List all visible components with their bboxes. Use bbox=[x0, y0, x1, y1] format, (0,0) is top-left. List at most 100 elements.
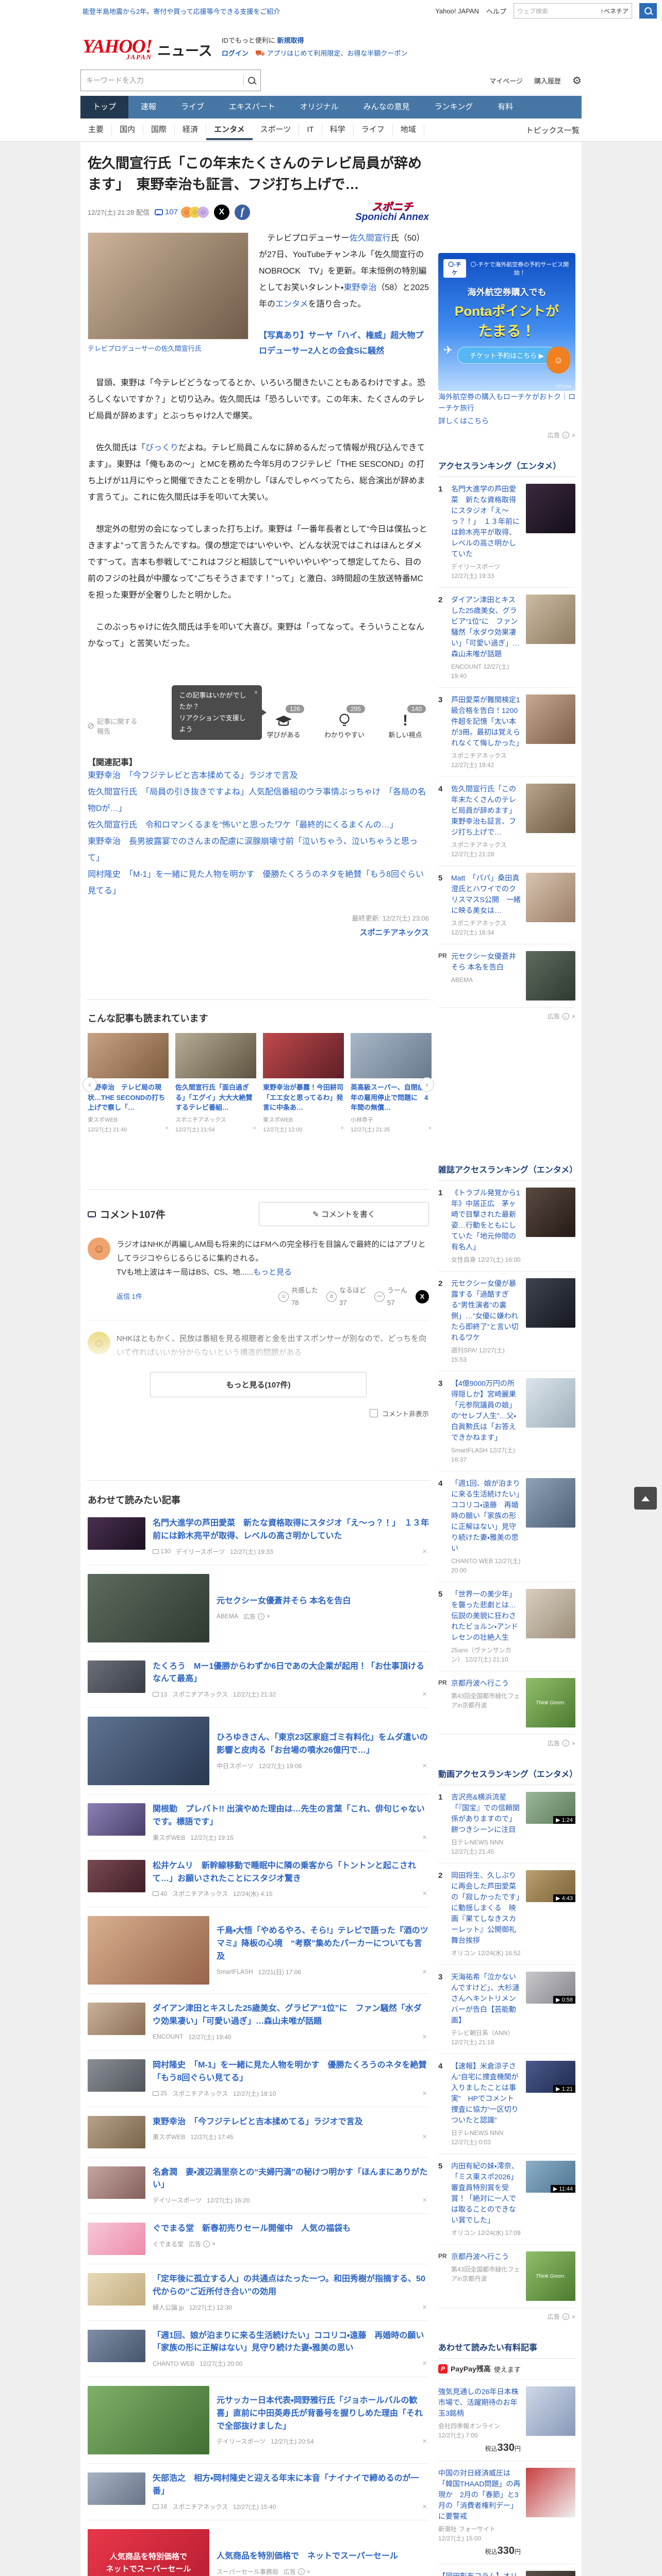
list-item[interactable]: 矢部浩之 相方・岡村隆史と迎える年末に本音「ナイナイで締めるのが一番」 18 スポニ… bbox=[88, 2464, 429, 2520]
paid-item[interactable]: 中国の対日経済威圧は「韓国THAAD問題」の再現か 2月の「春節」と3月の「消費… bbox=[438, 2461, 575, 2565]
list-item[interactable]: 関根勤 プレバト!! 出演やめた理由は…先生の言葉「これ、俳句じゃないです。標語… bbox=[88, 1794, 429, 1851]
signup-link[interactable]: 新規取得 bbox=[277, 37, 304, 44]
article-link[interactable]: 元サッカー日本代表・岡野雅行氏「ジョホールバルの歓喜」直前に中田英寿氏が背番号を… bbox=[217, 2395, 429, 2433]
video-ranking-item[interactable]: 5 内田有紀の妹・澪奈、「ミス東スポ2026」審査員特別賞を受賞！「絶対に一人では… bbox=[438, 2154, 575, 2245]
dismiss-icon[interactable]: × bbox=[422, 1547, 429, 1556]
dismiss-icon[interactable]: × bbox=[422, 2359, 429, 2368]
dismiss-icon[interactable]: × bbox=[422, 1761, 429, 1770]
cat-economy[interactable]: 経済 bbox=[175, 125, 207, 135]
cat-life[interactable]: ライフ bbox=[354, 125, 393, 135]
app-coupon-link[interactable]: アプリはじめて利用限定、お得な半額クーポン bbox=[267, 49, 407, 57]
nav-top[interactable]: トップ bbox=[80, 96, 129, 118]
ad-item[interactable]: 元セクシー女優蒼井そら 本名を告白 ABEMA 広告 i × bbox=[88, 1565, 429, 1652]
ad-creative[interactable]: 〇-チケ 〇-チケで海外航空券の予約サービス開始！ 海外航空券購入でも Ponta… bbox=[438, 253, 575, 391]
pr-item[interactable]: PR 京都丹波へ行こう 第43回全国都市緑化フェアin京都丹波 Think Green… bbox=[438, 1671, 575, 1735]
cat-science[interactable]: 科学 bbox=[322, 125, 354, 135]
video-link[interactable]: 天海祐希「泣かないんですけど」、大杉漣さんへキントリメンバーが告白【芸能動画】 bbox=[451, 1972, 521, 2026]
dismiss-icon[interactable]: × bbox=[428, 1125, 432, 1133]
list-item[interactable]: 名倉潤 妻・渡辺満里奈との“夫婦円満”の秘けつ明かす「ほんまにありがたい」 デイリ… bbox=[88, 2158, 429, 2214]
nav-expert[interactable]: エキスパート bbox=[217, 96, 288, 118]
list-item[interactable]: 松井ケムリ 新幹線移動で睡眠中に隣の乗客から「トントンと起こされて…」お願いされ… bbox=[88, 1851, 429, 1908]
article-link[interactable]: 「世界一の美少年」を襲った悲劇とは…伝説の美貌に狂わされたビョルン・アンドレセン… bbox=[451, 1589, 521, 1643]
gear-icon[interactable]: ⚙ bbox=[572, 74, 582, 87]
ad-link[interactable]: 京都丹波へ行こう bbox=[451, 1678, 521, 1689]
article-link[interactable]: 「週1回、娘が泊まりに来る生活続けたい」ココリコ・遠藤 再婚時の願い「家族の形に… bbox=[153, 2330, 429, 2355]
article-link[interactable]: 「週1回、娘が泊まりに来る生活続けたい」ココリコ・遠藤 再婚時の願い「家族の形に… bbox=[451, 1478, 521, 1554]
person-link[interactable]: 東野幸治 bbox=[343, 283, 376, 292]
article-link[interactable]: 【4億9000万円の所得隠しか】宮崎麗果「元参院議員の娘」の“セレブ人生”…父・… bbox=[451, 1378, 521, 1443]
article-link[interactable]: 千鳥・大悟「やめるやろ、そら!」テレビで語った『酒のツマミ』降板の心境 “考察”… bbox=[217, 1925, 429, 1963]
avatar[interactable]: ☺ bbox=[88, 1238, 110, 1261]
article-link[interactable]: 東野幸治 「今フジテレビと吉本揉めてる」ラジオで言及 bbox=[153, 2116, 429, 2129]
article-link[interactable]: 名門大進学の芦田愛菜 新たな資格取得にスタジオ「え～っ？！」 １３年前には鈴木亮… bbox=[451, 484, 521, 560]
comment-count-link[interactable]: 107 bbox=[154, 208, 178, 216]
cards-prev-button[interactable]: ‹ bbox=[82, 1077, 97, 1092]
video-link[interactable]: 内田有紀の妹・澪奈、「ミス東スポ2026」審査員特別賞を受賞！「絶対に一人では取… bbox=[451, 2161, 521, 2226]
info-icon[interactable]: i bbox=[562, 1740, 569, 1747]
video-thumbnail[interactable]: ▶ 1:21 bbox=[526, 2061, 575, 2093]
dismiss-icon[interactable]: × bbox=[572, 2313, 575, 2320]
cat-main[interactable]: 主要 bbox=[80, 125, 112, 135]
article-link[interactable]: 松井ケムリ 新幹線移動で睡眠中に隣の乗客から「トントンと起こされて…」お願いされ… bbox=[153, 1860, 429, 1886]
video-ranking-item[interactable]: 2 岡田将生、久しぶりに再会した芦田愛菜の「寂しかったです」に動揺しまくる 映画『… bbox=[438, 1863, 575, 1965]
dismiss-icon[interactable]: × bbox=[572, 1013, 575, 1020]
dismiss-icon[interactable]: × bbox=[422, 2196, 429, 2205]
list-item[interactable]: 名門大進学の芦田愛菜 新たな資格取得にスタジオ「え～っ？！」 １３年前には鈴木亮… bbox=[88, 1509, 429, 1565]
list-item[interactable]: 「定年後に孤立する人」の共通点はたった一つ。和田秀樹が指摘する、50代からの“ご… bbox=[88, 2264, 429, 2321]
nav-flash[interactable]: 速報 bbox=[128, 96, 169, 118]
see-more-link[interactable]: もっと見る bbox=[253, 1268, 292, 1277]
topics-list-link[interactable]: トピックス一覧 bbox=[525, 125, 582, 135]
cat-entertainment[interactable]: エンタメ bbox=[206, 120, 253, 140]
share-x-button[interactable]: X bbox=[416, 1290, 429, 1303]
article-link[interactable]: 中国の対日経済威圧は「韓国THAAD問題」の再現か 2月の「春節」と3月の「消費… bbox=[438, 2468, 521, 2522]
search-icon[interactable] bbox=[248, 77, 255, 84]
video-thumbnail[interactable]: ▶ 1:24 bbox=[526, 1792, 575, 1824]
article-link[interactable]: 矢部浩之 相方・岡村隆史と迎える年末に本音「ナイナイで締めるのが一番」 bbox=[153, 2472, 429, 2498]
article-link[interactable]: ダイアン津田とキスした25歳美女、グラビア“1位”に ファン騒然「水ダウ効果凄い… bbox=[153, 2003, 429, 2028]
nav-paid[interactable]: 有料 bbox=[485, 96, 525, 118]
pr-item[interactable]: PR 京都丹波へ行こう 第43回全国都市緑化フェアin京都丹波 Think Green… bbox=[438, 2245, 575, 2309]
topic-link[interactable]: エンタメ bbox=[275, 300, 308, 309]
write-comment-button[interactable]: ✎ コメントを書く bbox=[259, 1202, 429, 1227]
article-photo[interactable] bbox=[88, 232, 249, 340]
video-thumbnail[interactable]: ▶ 0:58 bbox=[526, 1972, 575, 2004]
dismiss-icon[interactable]: × bbox=[422, 1889, 429, 1898]
buzzword[interactable]: ベネチア bbox=[604, 7, 628, 15]
pr-item[interactable]: PR 元セクシー女優蒼井そら 本名を告白 ABEMA bbox=[438, 944, 575, 1008]
ponta-ad[interactable]: 〇-チケ 〇-チケで海外航空券の予約サービス開始！ 海外航空券購入でも Ponta… bbox=[438, 253, 575, 439]
video-ranking-item[interactable]: 3 天海祐希「泣かないんですけど」、大杉漣さんへキントリメンバーが告白【芸能動画】… bbox=[438, 1965, 575, 2055]
article-link[interactable]: 【岡田彰布コラム】オリックス監督時代のヘッドコーチ高代さんが召された 悲しいよ … bbox=[438, 2571, 521, 2576]
info-icon[interactable]: i bbox=[258, 1613, 265, 1620]
ad-link[interactable]: 元セクシー女優蒼井そら 本名を告白 bbox=[217, 1595, 429, 1608]
ranking-item[interactable]: 3 【4億9000万円の所得隠しか】宮崎麗果「元参院議員の娘」の“セレブ人生”…父… bbox=[438, 1371, 575, 1472]
list-item[interactable]: 岡村隆史 「M-1」を一緒に見た人物を明かす 優勝たくろうのネタを絶賛「もう8回… bbox=[88, 2050, 429, 2107]
dismiss-icon[interactable]: × bbox=[422, 2303, 429, 2312]
ranking-item[interactable]: 3 芦田愛菜が難関検定1級合格を告白！1200件超を記憶「太い本が3冊。最初は覚え… bbox=[438, 688, 575, 777]
video-link[interactable]: 吉沢亮&横浜流星「『国宝』での信頼関係がありますので」 餅つきシーンに注目 bbox=[451, 1792, 521, 1835]
related-link[interactable]: 東野幸治 「今フジテレビと吉本揉めてる」ラジオで言及 bbox=[88, 768, 429, 784]
dismiss-icon[interactable]: × bbox=[341, 1125, 344, 1133]
nav-opinions[interactable]: みんなの意見 bbox=[351, 96, 422, 118]
related-link[interactable]: 佐久間宣行氏 「局員の引き抜きですよね」人気配信番組のウラ事情ぶっちゃけ 「各局… bbox=[88, 784, 429, 817]
card-title[interactable]: 英高級スーパー、自閉症青年の雇用停止で問題に 4年間の無償… bbox=[351, 1082, 432, 1112]
ranking-item[interactable]: 5 Matt 「パパ」桑田真澄氏とハワイでのクリスマスS公開 一緒に映る美女は… ス… bbox=[438, 866, 575, 945]
list-item[interactable]: ひろゆきさん、「東京23区家庭ゴミ有料化」をムダ遣いの影響と皮肉る「お台場の噴水… bbox=[88, 1708, 429, 1795]
dismiss-icon[interactable]: × bbox=[422, 2437, 429, 2446]
report-article-link[interactable]: 記事に関する報告 bbox=[88, 716, 138, 740]
info-icon[interactable]: i bbox=[562, 432, 569, 439]
card-title[interactable]: 佐久間宣行氏「面白過ぎる」「エグイ」大大大絶賛するテレビ番組… bbox=[175, 1082, 256, 1112]
dismiss-icon[interactable]: × bbox=[422, 2502, 429, 2511]
ad-link[interactable]: 元セクシー女優蒼井そら 本名を告白 bbox=[451, 951, 521, 973]
share-facebook-button[interactable]: f bbox=[235, 204, 251, 220]
video-thumbnail[interactable]: ▶ 4:43 bbox=[526, 1870, 575, 1903]
donation-promo-link[interactable]: 能登半島地震から2年。寄付や買って応援等今できる支援をご紹介 bbox=[82, 6, 280, 16]
reaction-clear-button[interactable]: 295 わかりやすい bbox=[323, 705, 366, 740]
list-item[interactable]: 千鳥・大悟「やめるやろ、そら!」テレビで語った『酒のツマミ』降板の心境 “考察”… bbox=[88, 1907, 429, 1994]
yahoo-japan-link[interactable]: Yahoo! JAPAN bbox=[435, 7, 479, 15]
related-link[interactable]: 岡村隆史 「M-1」を一緒に見た人物を明かす 優勝たくろうのネタを絶賛「もう8回… bbox=[88, 867, 429, 900]
sponichi-logo[interactable]: スポニチ Sponichi Annex bbox=[355, 202, 429, 222]
ranking-item[interactable]: 1 名門大進学の芦田愛菜 新たな資格取得にスタジオ「え～っ？！」 １３年前には鈴木… bbox=[438, 477, 575, 588]
related-link[interactable]: 東野幸治 長男披露宴でのさんまの配慮に涙腺崩壊寸前「泣いちゃう、泣いちゃうと思っ… bbox=[88, 834, 429, 867]
reaction-new-view-button[interactable]: 140 ! 新しい視点 bbox=[384, 705, 427, 740]
dismiss-icon[interactable]: × bbox=[307, 2568, 310, 2575]
